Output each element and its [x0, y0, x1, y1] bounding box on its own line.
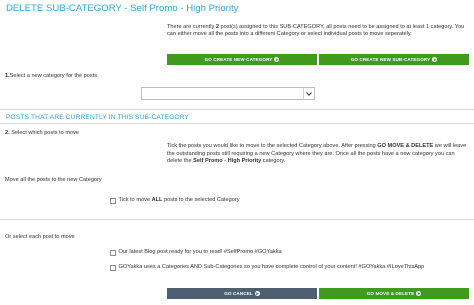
move-each-label: Or select each post to move: [5, 234, 75, 240]
cancel-button[interactable]: GO CANCEL ➤: [167, 288, 317, 299]
move-all-checkbox[interactable]: [110, 198, 116, 204]
arrow-right-icon: ➤: [274, 57, 280, 62]
divider-middle: [0, 219, 474, 220]
instructions-text: Tick the posts you would like to move to…: [167, 143, 467, 165]
post-row[interactable]: Our latest Blog post ready for you to re…: [110, 249, 470, 257]
create-subcategory-button[interactable]: GO CREATE NEW SUB-CATEGORY ➤: [319, 54, 469, 65]
chevron-down-icon: [303, 88, 314, 99]
section-divider-bottom: [0, 123, 474, 124]
category-select[interactable]: [141, 87, 315, 100]
create-category-button[interactable]: GO CREATE NEW CATEGORY ➤: [167, 54, 317, 65]
step2-label: 2. Select which posts to move: [5, 130, 80, 136]
step1-label: 1.Select a new category for the posts: [5, 73, 98, 79]
post-text: GOYakka uses a Categories AND Sub-Catego…: [118, 264, 425, 270]
post-checkbox[interactable]: [110, 265, 116, 271]
post-text: Our latest Blog post ready for you to re…: [118, 249, 282, 255]
cancel-label: GO CANCEL: [224, 290, 253, 296]
arrow-right-icon: ➤: [416, 291, 422, 296]
move-all-checkbox-label: Tick to move ALL posts to the selected C…: [118, 197, 240, 203]
create-category-label: GO CREATE NEW CATEGORY: [204, 56, 273, 62]
post-checkbox[interactable]: [110, 250, 116, 256]
info-text: There are currently 2 post(s) assigned t…: [167, 24, 465, 38]
post-row[interactable]: GOYakka uses a Categories AND Sub-Catego…: [110, 264, 470, 272]
section-title: POSTS THAT ARE CURRENTLY IN THIS SUB-CAT…: [6, 114, 190, 121]
arrow-right-icon: ➤: [432, 57, 438, 62]
page-title: DELETE SUB-CATEGORY - Self Promo - High …: [6, 3, 239, 14]
move-delete-label: GO MOVE & DELETE: [366, 290, 415, 296]
move-all-label: Move all the posts to the new Category: [5, 177, 102, 183]
arrow-right-icon: ➤: [254, 291, 260, 296]
move-all-row[interactable]: Tick to move ALL posts to the selected C…: [110, 197, 240, 205]
move-delete-button[interactable]: GO MOVE & DELETE ➤: [319, 288, 469, 299]
section-divider-top: [0, 109, 474, 110]
create-subcategory-label: GO CREATE NEW SUB-CATEGORY: [350, 56, 431, 62]
